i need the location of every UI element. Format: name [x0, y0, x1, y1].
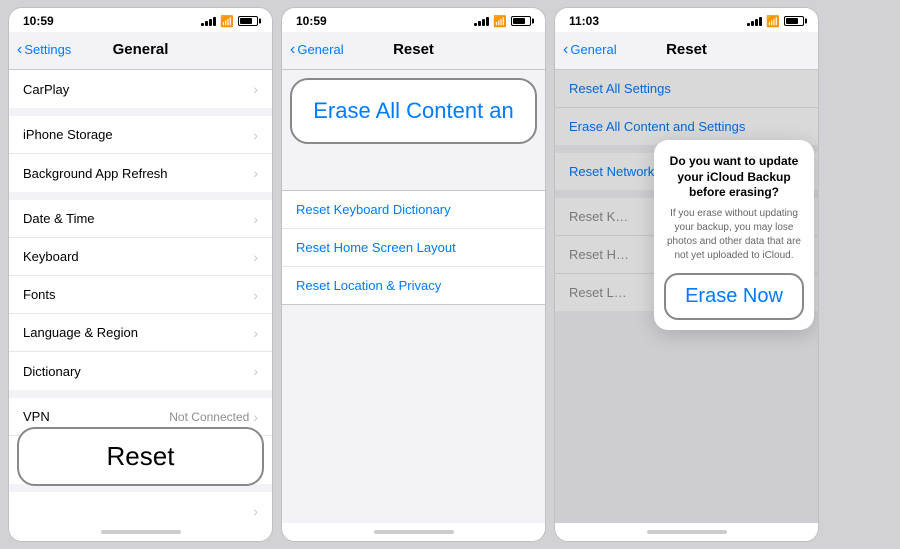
section-carplay: CarPlay › — [9, 70, 272, 108]
bg-refresh-chevron: › — [253, 165, 258, 181]
back-chevron-icon-1: ‹ — [17, 42, 22, 58]
section-extra: › › — [9, 492, 272, 523]
dictionary-label: Dictionary — [23, 364, 81, 379]
battery-icon-1 — [238, 16, 258, 26]
list-item-bg-refresh[interactable]: Background App Refresh › — [9, 154, 272, 192]
home-indicator-3 — [555, 523, 818, 541]
reset-keyboard-dict-label: Reset Keyboard Dictionary — [296, 202, 451, 217]
status-time-1: 10:59 — [23, 14, 54, 28]
keyboard-label: Keyboard — [23, 249, 79, 264]
reset3-content: Reset All Settings Erase All Content and… — [555, 70, 818, 523]
erase-all-bubble[interactable]: Erase All Content an — [290, 78, 537, 144]
home-bar-2 — [374, 530, 454, 534]
status-bar-2: 10:59 📶 — [282, 8, 545, 32]
fonts-chevron: › — [253, 287, 258, 303]
wifi-icon-2: 📶 — [493, 15, 507, 28]
status-bar-3: 11:03 📶 — [555, 8, 818, 32]
home-bar-1 — [101, 530, 181, 534]
section-datetime: Date & Time › Keyboard › Fonts › Languag… — [9, 200, 272, 390]
home-indicator-1 — [9, 523, 272, 541]
erase-now-text: Erase Now — [685, 285, 783, 308]
vpn-label: VPN — [23, 409, 50, 424]
reset-bubble-text: Reset — [107, 441, 175, 472]
back-label-3: General — [570, 42, 616, 57]
nav-title-2: Reset — [393, 41, 434, 58]
signal-icon-1 — [201, 16, 216, 26]
list-item-iphone-storage[interactable]: iPhone Storage › — [9, 116, 272, 154]
signal-icon-3 — [747, 16, 762, 26]
erase-all-text: Erase All Content an — [313, 98, 514, 124]
status-icons-3: 📶 — [747, 15, 804, 28]
vpn-status: Not Connected — [169, 410, 249, 424]
section-storage: iPhone Storage › Background App Refresh … — [9, 116, 272, 192]
nav-bar-2: ‹ General Reset — [282, 32, 545, 70]
bg-refresh-label: Background App Refresh — [23, 166, 168, 181]
nav-back-settings[interactable]: ‹ Settings — [17, 42, 71, 58]
language-chevron: › — [253, 325, 258, 341]
list-item-fonts[interactable]: Fonts › — [9, 276, 272, 314]
nav-title-1: General — [113, 41, 169, 58]
storage-chevron: › — [253, 127, 258, 143]
reset-keyboard-dict[interactable]: Reset Keyboard Dictionary — [282, 191, 545, 229]
icloud-alert-overlay: Do you want to update your iCloud Backup… — [555, 70, 818, 523]
screen2-reset: 10:59 📶 ‹ General Reset Erase All Conten… — [281, 7, 546, 542]
nav-back-general-2[interactable]: ‹ General — [290, 42, 344, 58]
carplay-chevron: › — [253, 81, 258, 97]
alert-title: Do you want to update your iCloud Backup… — [664, 154, 804, 201]
language-label: Language & Region — [23, 325, 138, 340]
status-bar-1: 10:59 📶 — [9, 8, 272, 32]
keyboard-chevron: › — [253, 249, 258, 265]
reset-home-screen[interactable]: Reset Home Screen Layout — [282, 229, 545, 267]
list-item-keyboard[interactable]: Keyboard › — [9, 238, 272, 276]
back-label-2: General — [297, 42, 343, 57]
datetime-label: Date & Time — [23, 211, 95, 226]
reset-bubble[interactable]: Reset — [17, 427, 264, 486]
reset-screen-content: Erase All Content an Reset Keyboard Dict… — [282, 70, 545, 523]
datetime-chevron: › — [253, 211, 258, 227]
screen3-erase-alert: 11:03 📶 ‹ General Reset Reset All Settin… — [554, 7, 819, 542]
carplay-label: CarPlay — [23, 82, 69, 97]
status-time-2: 10:59 — [296, 14, 327, 28]
battery-icon-2 — [511, 16, 531, 26]
nav-bar-3: ‹ General Reset — [555, 32, 818, 70]
wifi-icon-1: 📶 — [220, 15, 234, 28]
home-bar-3 — [647, 530, 727, 534]
reset-options-below: Reset Keyboard Dictionary Reset Home Scr… — [282, 190, 545, 305]
list-item-extra1[interactable]: › — [9, 492, 272, 523]
nav-back-general-3[interactable]: ‹ General — [563, 42, 617, 58]
reset-home-screen-label: Reset Home Screen Layout — [296, 240, 456, 255]
nav-title-3: Reset — [666, 41, 707, 58]
back-chevron-icon-3: ‹ — [563, 42, 568, 58]
alert-body: If you erase without updating your backu… — [664, 207, 804, 263]
back-label-1: Settings — [24, 42, 71, 57]
signal-icon-2 — [474, 16, 489, 26]
screen1-general: 10:59 📶 ‹ Settings General CarPlay — [8, 7, 273, 542]
nav-bar-1: ‹ Settings General — [9, 32, 272, 70]
extra1-chevron: › — [253, 503, 258, 519]
status-time-3: 11:03 — [569, 14, 599, 28]
vpn-chevron: › — [253, 409, 258, 425]
wifi-icon-3: 📶 — [766, 15, 780, 28]
home-indicator-2 — [282, 523, 545, 541]
reset-location-privacy[interactable]: Reset Location & Privacy — [282, 267, 545, 304]
status-icons-1: 📶 — [201, 15, 258, 28]
vpn-right: Not Connected › — [169, 409, 258, 425]
fonts-label: Fonts — [23, 287, 56, 302]
dictionary-chevron: › — [253, 363, 258, 379]
list-item-datetime[interactable]: Date & Time › — [9, 200, 272, 238]
list-item-carplay[interactable]: CarPlay › — [9, 70, 272, 108]
erase-now-bubble[interactable]: Erase Now — [664, 273, 804, 320]
icloud-alert-box: Do you want to update your iCloud Backup… — [654, 140, 814, 330]
list-item-language[interactable]: Language & Region › — [9, 314, 272, 352]
list-item-dictionary[interactable]: Dictionary › — [9, 352, 272, 390]
back-chevron-icon-2: ‹ — [290, 42, 295, 58]
battery-icon-3 — [784, 16, 804, 26]
iphone-storage-label: iPhone Storage — [23, 127, 113, 142]
reset-location-privacy-label: Reset Location & Privacy — [296, 278, 441, 293]
status-icons-2: 📶 — [474, 15, 531, 28]
